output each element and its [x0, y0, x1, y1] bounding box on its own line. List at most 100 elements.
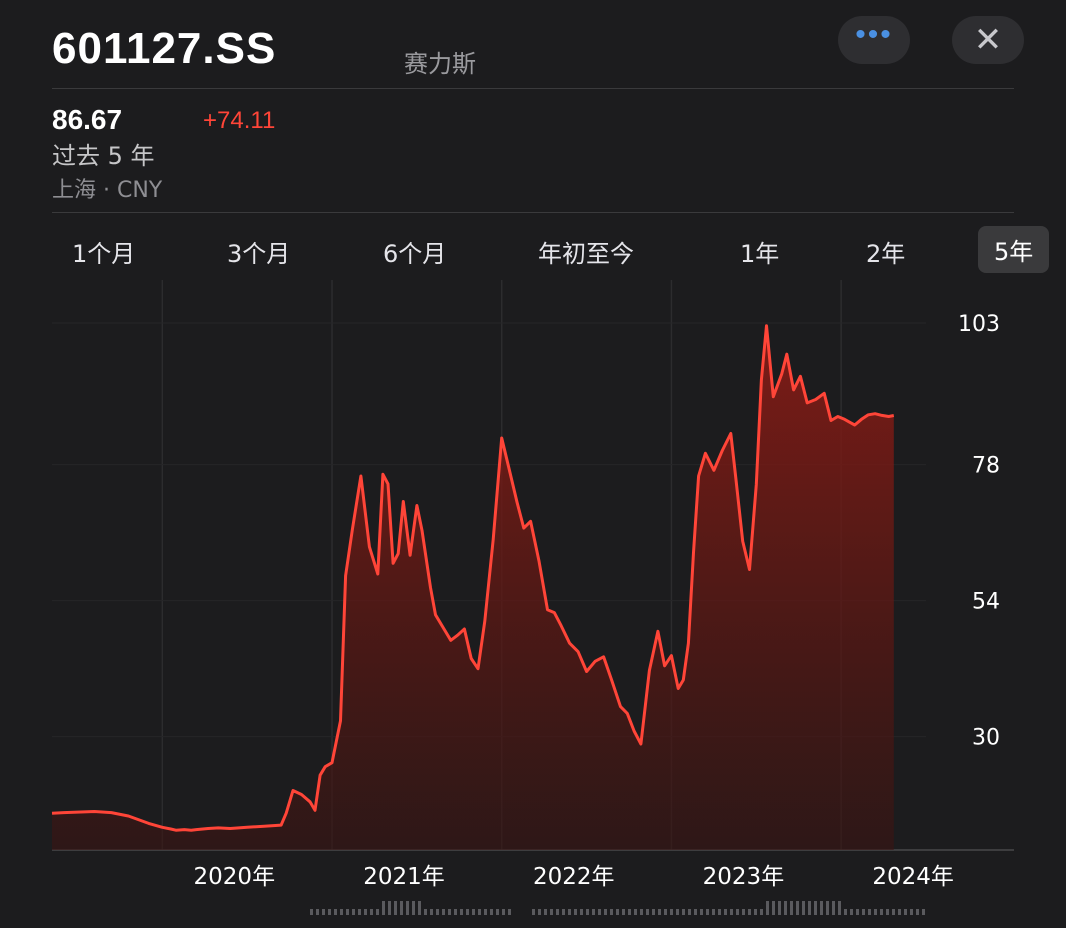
volume-bar	[922, 909, 925, 915]
tab-1-month[interactable]: 1个月	[72, 234, 135, 269]
quote-divider	[52, 212, 1014, 213]
volume-bar	[784, 901, 787, 915]
volume-bar	[916, 909, 919, 915]
volume-bar	[568, 909, 571, 915]
volume-bar	[394, 901, 397, 915]
volume-bar	[586, 909, 589, 915]
volume-bar	[472, 909, 475, 915]
volume-bar	[772, 901, 775, 915]
x-tick-label: 2023年	[703, 864, 785, 890]
volume-bar	[664, 909, 667, 915]
volume-bar	[868, 909, 871, 915]
volume-bar	[562, 909, 565, 915]
ellipsis-icon: •••	[855, 18, 893, 51]
volume-bar	[442, 909, 445, 915]
volume-bar	[478, 909, 481, 915]
volume-bar	[736, 909, 739, 915]
volume-bar	[430, 909, 433, 915]
volume-bar	[898, 909, 901, 915]
price-change: +74.11	[203, 107, 276, 134]
volume-bar	[892, 909, 895, 915]
volume-bar	[634, 909, 637, 915]
volume-bar	[658, 909, 661, 915]
volume-bar	[676, 909, 679, 915]
volume-bar	[724, 909, 727, 915]
tab-2-years[interactable]: 2年	[866, 234, 905, 269]
header-divider	[52, 88, 1014, 89]
volume-bar	[904, 909, 907, 915]
volume-bar	[640, 909, 643, 915]
tab-3-months[interactable]: 3个月	[227, 234, 290, 269]
tab-1-year[interactable]: 1年	[740, 234, 779, 269]
volume-bar	[790, 901, 793, 915]
y-tick-label: 54	[972, 590, 1000, 615]
volume-bar	[574, 909, 577, 915]
volume-bar	[340, 909, 343, 915]
volume-bar	[484, 909, 487, 915]
more-button[interactable]: •••	[838, 16, 910, 64]
tab-5-years[interactable]: 5年	[978, 226, 1050, 273]
volume-bar	[388, 901, 391, 915]
exchange-label: 上海 · CNY	[52, 178, 163, 203]
volume-bar	[874, 909, 877, 915]
volume-bar	[412, 901, 415, 915]
volume-bar	[850, 909, 853, 915]
ticker-symbol: 601127.SS	[52, 24, 277, 73]
volume-bar	[358, 909, 361, 915]
volume-bar	[334, 909, 337, 915]
y-tick-label: 103	[958, 312, 1000, 337]
volume-bar	[826, 901, 829, 915]
volume-bar	[604, 909, 607, 915]
volume-bar	[406, 901, 409, 915]
volume-bar	[598, 909, 601, 915]
volume-bar	[424, 909, 427, 915]
volume-bar	[580, 909, 583, 915]
volume-bar	[766, 901, 769, 915]
close-button[interactable]: ✕	[952, 16, 1024, 64]
y-tick-label: 30	[972, 726, 1000, 751]
price-chart[interactable]: 103 78 54 30 2020年 2021年 2022年 2023年 2024年	[0, 280, 1066, 928]
volume-bar	[502, 909, 505, 915]
volume-bar	[616, 909, 619, 915]
tab-6-months[interactable]: 6个月	[383, 234, 446, 269]
volume-bar	[364, 909, 367, 915]
volume-bar	[700, 909, 703, 915]
close-icon: ✕	[973, 21, 1003, 59]
volume-bar	[838, 901, 841, 915]
volume-bar	[796, 901, 799, 915]
volume-bar	[748, 909, 751, 915]
volume-bar	[532, 909, 535, 915]
volume-bar	[436, 909, 439, 915]
volume-bar	[556, 909, 559, 915]
period-label: 过去 5 年	[52, 142, 155, 170]
volume-bar	[730, 909, 733, 915]
volume-bar	[646, 909, 649, 915]
volume-bar	[418, 901, 421, 915]
volume-bar	[628, 909, 631, 915]
volume-bar	[460, 909, 463, 915]
volume-bar	[466, 909, 469, 915]
volume-bar	[718, 909, 721, 915]
volume-bar	[376, 909, 379, 915]
current-price: 86.67	[52, 104, 123, 135]
volume-bar	[346, 909, 349, 915]
tab-ytd[interactable]: 年初至今	[538, 234, 634, 269]
volume-bar	[544, 909, 547, 915]
volume-bar	[400, 901, 403, 915]
x-tick-label: 2022年	[533, 864, 615, 890]
volume-bar	[328, 909, 331, 915]
volume-bar	[856, 909, 859, 915]
volume-bar	[448, 909, 451, 915]
volume-bar	[862, 909, 865, 915]
volume-bar	[352, 909, 355, 915]
volume-bar	[712, 909, 715, 915]
volume-bar	[610, 909, 613, 915]
volume-bar	[316, 909, 319, 915]
volume-bar	[820, 901, 823, 915]
x-tick-label: 2024年	[872, 864, 954, 890]
volume-bar	[550, 909, 553, 915]
volume-bar	[886, 909, 889, 915]
volume-bar	[832, 901, 835, 915]
volume-bar	[322, 909, 325, 915]
volume-bar	[880, 909, 883, 915]
